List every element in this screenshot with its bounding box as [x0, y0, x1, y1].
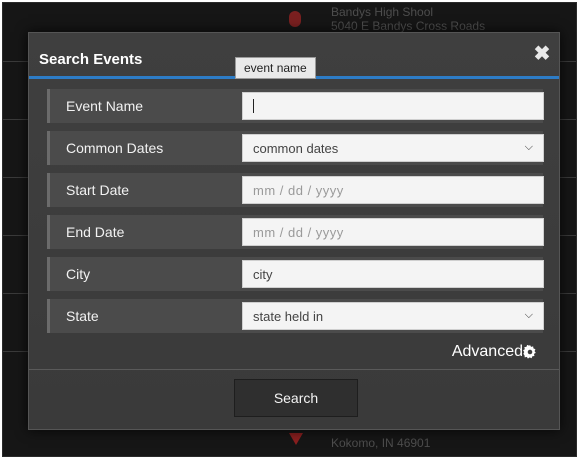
chevron-down-icon: ⌵: [524, 309, 533, 321]
modal-title: Search Events: [39, 51, 143, 68]
advanced-link[interactable]: Advanced: [452, 343, 523, 361]
start-date-row: Start Date mm / dd / yyyy: [47, 173, 544, 207]
search-events-modal: Search Events ✖ event name Event Name Co…: [28, 32, 560, 430]
city-value: city: [253, 267, 273, 282]
map-pin-icon: [289, 433, 303, 445]
event-name-input[interactable]: [242, 92, 544, 120]
text-cursor: [253, 99, 254, 113]
city-input[interactable]: city: [242, 260, 544, 288]
event-name-row: Event Name: [47, 89, 544, 123]
event-name-label: Event Name: [66, 98, 144, 114]
background-listing-address: 5040 E Bandys Cross Roads: [331, 19, 486, 33]
end-date-placeholder: mm / dd / yyyy: [253, 225, 344, 240]
city-label: City: [66, 266, 91, 282]
divider: [29, 369, 559, 370]
start-date-label: Start Date: [66, 182, 130, 198]
end-date-label: End Date: [66, 224, 125, 240]
start-date-placeholder: mm / dd / yyyy: [253, 183, 344, 198]
background-listing-address: Kokomo, IN 46901: [331, 436, 431, 450]
end-date-input[interactable]: mm / dd / yyyy: [242, 218, 544, 246]
search-button[interactable]: Search: [234, 379, 358, 417]
gear-icon[interactable]: [523, 345, 537, 359]
state-row: State state held in ⌵: [47, 299, 544, 333]
state-label: State: [66, 308, 99, 324]
tooltip: event name: [235, 57, 316, 79]
state-select[interactable]: state held in ⌵: [242, 302, 544, 330]
search-form: Event Name Common Dates common dates ⌵ S…: [47, 89, 544, 341]
map-pin-icon: [289, 11, 301, 27]
end-date-row: End Date mm / dd / yyyy: [47, 215, 544, 249]
close-icon[interactable]: ✖: [533, 44, 551, 64]
state-value: state held in: [253, 309, 324, 324]
common-dates-label: Common Dates: [66, 140, 164, 156]
common-dates-select[interactable]: common dates ⌵: [242, 134, 544, 162]
city-row: City city: [47, 257, 544, 291]
start-date-input[interactable]: mm / dd / yyyy: [242, 176, 544, 204]
common-dates-value: common dates: [253, 141, 339, 156]
background-listing-name: Bandys High Shool: [331, 5, 434, 19]
common-dates-row: Common Dates common dates ⌵: [47, 131, 544, 165]
chevron-down-icon: ⌵: [524, 141, 533, 153]
